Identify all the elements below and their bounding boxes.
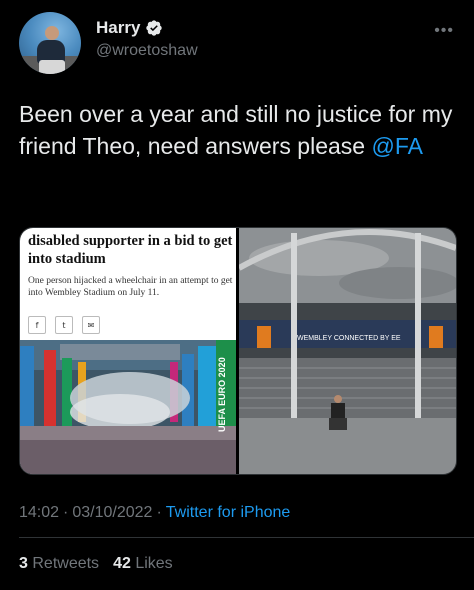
- meta-separator: ·: [156, 504, 162, 521]
- tweet-detail: Harry @wroetoshaw ••• Been over a year a…: [0, 0, 474, 590]
- tweet-meta: 14:02 · 03/10/2022 · Twitter for iPhone: [19, 504, 290, 522]
- avatar-figure-legs: [39, 60, 65, 74]
- crowd-banner-text: UEFA EURO 2020: [217, 357, 227, 432]
- mention-link[interactable]: @FA: [371, 133, 422, 159]
- likes-count: 42: [113, 555, 131, 572]
- tweet-date[interactable]: 03/10/2022: [72, 504, 152, 521]
- likes-stat[interactable]: 42 Likes: [113, 555, 173, 572]
- avatar[interactable]: [19, 12, 81, 74]
- facebook-icon: f: [28, 316, 46, 334]
- tweet-text: Been over a year and still no justice fo…: [19, 98, 459, 162]
- tweet-time[interactable]: 14:02: [19, 504, 59, 521]
- avatar-figure-head: [45, 26, 59, 40]
- handle[interactable]: @wroetoshaw: [96, 42, 198, 60]
- tweet-stats: 3 Retweets 42 Likes: [19, 555, 173, 573]
- article-headline: disabled supporter in a bid to get into …: [28, 233, 233, 267]
- likes-label: Likes: [135, 555, 173, 572]
- stadium-sign-text: WEMBLEY CONNECTED BY EE: [297, 335, 401, 342]
- author-name-row[interactable]: Harry: [96, 18, 163, 38]
- tweet-source-link[interactable]: Twitter for iPhone: [166, 504, 291, 521]
- more-horizontal-icon[interactable]: •••: [434, 22, 454, 40]
- stadium-photo: WEMBLEY CONNECTED BY EE: [239, 228, 456, 474]
- retweets-label: Retweets: [32, 555, 100, 572]
- crowd-photo: UEFA EURO 2020: [20, 340, 236, 474]
- tweet-media[interactable]: disabled supporter in a bid to get into …: [19, 227, 457, 475]
- email-icon: ✉: [82, 316, 100, 334]
- media-image-stadium[interactable]: WEMBLEY CONNECTED BY EE: [239, 228, 456, 474]
- article-share-row: f t ✉: [28, 316, 100, 334]
- display-name[interactable]: Harry: [96, 18, 140, 38]
- retweets-count: 3: [19, 555, 28, 572]
- retweets-stat[interactable]: 3 Retweets: [19, 555, 99, 572]
- article-subtext: One person hijacked a wheelchair in an a…: [28, 276, 233, 298]
- media-image-article[interactable]: disabled supporter in a bid to get into …: [20, 228, 236, 474]
- verified-badge-icon: [146, 20, 163, 36]
- divider: [19, 537, 474, 538]
- twitter-icon: t: [55, 316, 73, 334]
- meta-separator: ·: [63, 504, 69, 521]
